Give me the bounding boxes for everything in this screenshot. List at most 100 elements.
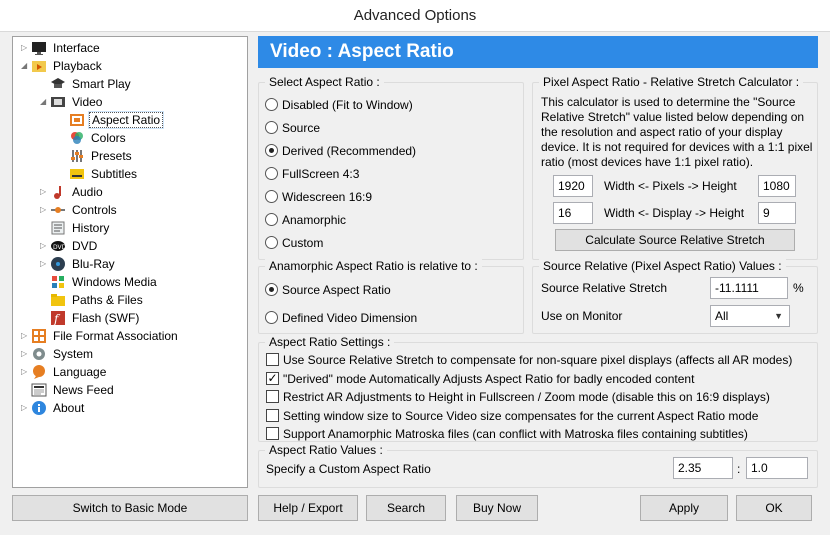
pixels-label: Width <- Pixels -> Height <box>604 179 737 193</box>
apply-button[interactable]: Apply <box>640 495 728 521</box>
music-note-icon <box>50 184 66 200</box>
tree-item[interactable]: ▷ Audio <box>40 182 105 200</box>
radio-button[interactable] <box>265 283 278 297</box>
tree-item[interactable]: Smart Play <box>40 74 133 92</box>
tree-item[interactable]: ▷ Language <box>21 362 108 380</box>
tree-item-label: DVD <box>72 238 98 253</box>
radio-option[interactable]: Anamorphic <box>265 210 346 228</box>
stretch-value-input[interactable]: -11.1111 <box>710 277 788 299</box>
tree-item-label: Smart Play <box>72 76 131 91</box>
collapsed-icon[interactable]: ▷ <box>21 327 31 345</box>
tree-item[interactable]: ◢ Video <box>40 92 104 110</box>
tree-item-label: History <box>72 220 110 235</box>
custom-ar-width-input[interactable]: 2.35 <box>673 457 733 479</box>
expanded-icon[interactable]: ◢ <box>40 93 50 111</box>
radio-button[interactable] <box>265 213 278 227</box>
collapsed-icon[interactable]: ▷ <box>40 201 50 219</box>
switch-basic-mode-button[interactable]: Switch to Basic Mode <box>12 495 248 521</box>
display-height-input[interactable]: 9 <box>758 202 796 224</box>
custom-ar-height-input[interactable]: 1.0 <box>746 457 808 479</box>
radio-button[interactable] <box>265 190 278 204</box>
checkmark-icon[interactable]: ✓ <box>266 371 279 385</box>
radio-button[interactable] <box>265 167 278 181</box>
tree-item[interactable]: ▷ Blu-Ray <box>40 254 117 272</box>
setting-checkbox[interactable]: Setting window size to Source Video size… <box>266 406 758 424</box>
help-export-button[interactable]: Help / Export <box>258 495 358 521</box>
tree-item[interactable]: Paths & Files <box>40 290 145 308</box>
radio-option[interactable]: FullScreen 4:3 <box>265 164 359 182</box>
radio-option[interactable]: Disabled (Fit to Window) <box>265 95 413 113</box>
custom-ar-label: Specify a Custom Aspect Ratio <box>266 462 431 476</box>
pixel-width-input[interactable]: 1920 <box>553 175 593 197</box>
radio-option[interactable]: Source <box>265 118 320 136</box>
tree-item[interactable]: History <box>40 218 111 236</box>
radio-button[interactable] <box>265 144 278 158</box>
checkbox[interactable] <box>266 427 279 441</box>
display-width-input[interactable]: 16 <box>553 202 593 224</box>
expanded-icon[interactable]: ◢ <box>21 57 31 75</box>
setting-checkbox[interactable]: Support Anamorphic Matroska files (can c… <box>266 424 748 442</box>
graduation-cap-icon <box>50 76 66 92</box>
radio-label: Widescreen 16:9 <box>282 189 373 204</box>
radio-button[interactable] <box>265 236 278 250</box>
tree-item-label: Controls <box>72 202 117 217</box>
tree-item[interactable]: ▷ System <box>21 344 95 362</box>
checkbox[interactable] <box>266 353 279 367</box>
collapsed-icon[interactable]: ▷ <box>40 237 50 255</box>
tree-item[interactable]: ▷ DVD DVD <box>40 236 99 254</box>
collapsed-icon[interactable]: ▷ <box>21 345 31 363</box>
radio-button[interactable] <box>265 98 278 112</box>
search-button[interactable]: Search <box>366 495 446 521</box>
options-tree[interactable]: ▷ Interface ◢ Playback Smart Play ◢ Video Aspec… <box>12 36 248 488</box>
collapsed-icon[interactable]: ▷ <box>40 183 50 201</box>
collapsed-icon[interactable]: ▷ <box>40 255 50 273</box>
radio-label: FullScreen 4:3 <box>282 166 360 181</box>
setting-checkbox[interactable]: Restrict AR Adjustments to Height in Ful… <box>266 387 770 405</box>
bluray-icon <box>50 256 66 272</box>
calculate-stretch-button[interactable]: Calculate Source Relative Stretch <box>555 229 795 251</box>
group-title: Aspect Ratio Values : <box>265 443 387 457</box>
tree-item-label: File Format Association <box>53 328 178 343</box>
buy-now-button[interactable]: Buy Now <box>456 495 538 521</box>
radio-option[interactable]: Derived (Recommended) <box>265 141 416 159</box>
pixel-height-input[interactable]: 1080 <box>758 175 796 197</box>
tree-item[interactable]: Presets <box>59 146 134 164</box>
radio-option[interactable]: Custom <box>265 233 323 251</box>
checkbox[interactable] <box>266 390 279 404</box>
tree-item[interactable]: News Feed <box>21 380 116 398</box>
collapsed-icon[interactable]: ▷ <box>21 399 31 417</box>
tree-item[interactable]: ▷ File Format Association <box>21 326 180 344</box>
tree-item[interactable]: f Flash (SWF) <box>40 308 141 326</box>
radio-button[interactable] <box>265 311 278 325</box>
tree-item[interactable]: ▷ About <box>21 398 86 416</box>
collapsed-icon[interactable]: ▷ <box>21 363 31 381</box>
page-title: Video : Aspect Ratio <box>258 36 818 68</box>
tree-item[interactable]: Colors <box>59 128 128 146</box>
checkbox-label: Support Anamorphic Matroska files (can c… <box>283 426 748 441</box>
stretch-label: Source Relative Stretch <box>541 281 668 295</box>
setting-checkbox[interactable]: Use Source Relative Stretch to compensat… <box>266 350 792 368</box>
tree-item[interactable]: Subtitles <box>59 164 139 182</box>
radio-label: Source Aspect Ratio <box>282 282 391 297</box>
tree-item-label: Language <box>53 364 107 379</box>
percent-label: % <box>793 281 804 295</box>
collapsed-icon[interactable]: ▷ <box>21 39 31 57</box>
radio-option[interactable]: Defined Video Dimension <box>265 308 417 326</box>
radio-option[interactable]: Widescreen 16:9 <box>265 187 372 205</box>
checkbox[interactable] <box>266 408 279 422</box>
tree-item[interactable]: ▷ Controls <box>40 200 119 218</box>
tree-item[interactable]: Aspect Ratio <box>59 110 165 129</box>
group-title: Source Relative (Pixel Aspect Ratio) Val… <box>539 259 786 273</box>
radio-option[interactable]: Source Aspect Ratio <box>265 280 391 298</box>
tree-item[interactable]: ▷ Interface <box>21 38 102 56</box>
group-title: Select Aspect Ratio : <box>265 75 384 89</box>
file-association-icon <box>31 328 47 344</box>
tree-item[interactable]: Windows Media <box>40 272 159 290</box>
setting-checkbox[interactable]: ✓ "Derived" mode Automatically Adjusts As… <box>266 369 694 387</box>
tree-item[interactable]: ◢ Playback <box>21 56 104 74</box>
monitor-select[interactable]: All ▼ <box>710 305 790 327</box>
ok-button[interactable]: OK <box>736 495 812 521</box>
gear-icon <box>31 346 47 362</box>
monitor-label: Use on Monitor <box>541 309 623 323</box>
radio-button[interactable] <box>265 121 278 135</box>
